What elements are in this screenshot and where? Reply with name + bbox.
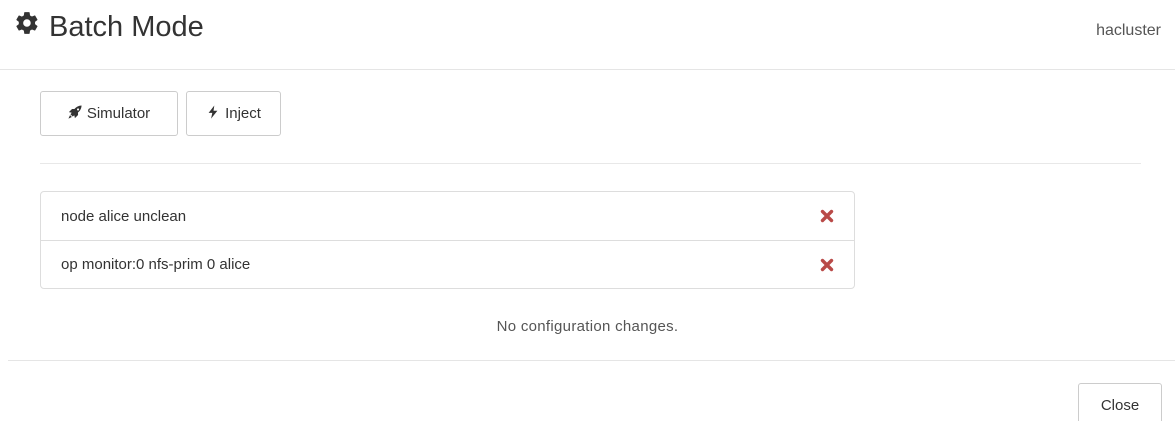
cluster-name: hacluster (1096, 22, 1161, 39)
dialog-header: Batch Mode hacluster (0, 0, 1175, 70)
footer-divider (8, 360, 1175, 361)
remove-icon[interactable] (820, 209, 834, 223)
toolbar: Simulator Inject (40, 91, 281, 136)
event-text: op monitor:0 nfs-prim 0 alice (61, 256, 251, 273)
dialog-title: Batch Mode (14, 9, 204, 45)
remove-icon[interactable] (820, 258, 834, 272)
rocket-icon (68, 104, 87, 123)
toolbar-divider (40, 163, 1141, 164)
status-message: No configuration changes. (496, 318, 679, 335)
inject-button[interactable]: Inject (186, 91, 281, 136)
dialog-title-text: Batch Mode (49, 10, 204, 43)
simulator-label: Simulator (86, 105, 151, 122)
simulator-button[interactable]: Simulator (40, 91, 178, 136)
batch-mode-dialog: Batch Mode hacluster Simulator Inject no… (0, 0, 1175, 421)
close-button[interactable]: Close (1078, 383, 1162, 421)
bolt-icon (206, 104, 225, 123)
event-list: node alice unclean op monitor:0 nfs-prim… (40, 191, 855, 289)
list-item: op monitor:0 nfs-prim 0 alice (41, 240, 854, 288)
event-text: node alice unclean (61, 207, 187, 225)
list-item: node alice unclean (41, 192, 854, 240)
inject-label: Inject (225, 105, 261, 122)
gear-icon (14, 10, 49, 44)
